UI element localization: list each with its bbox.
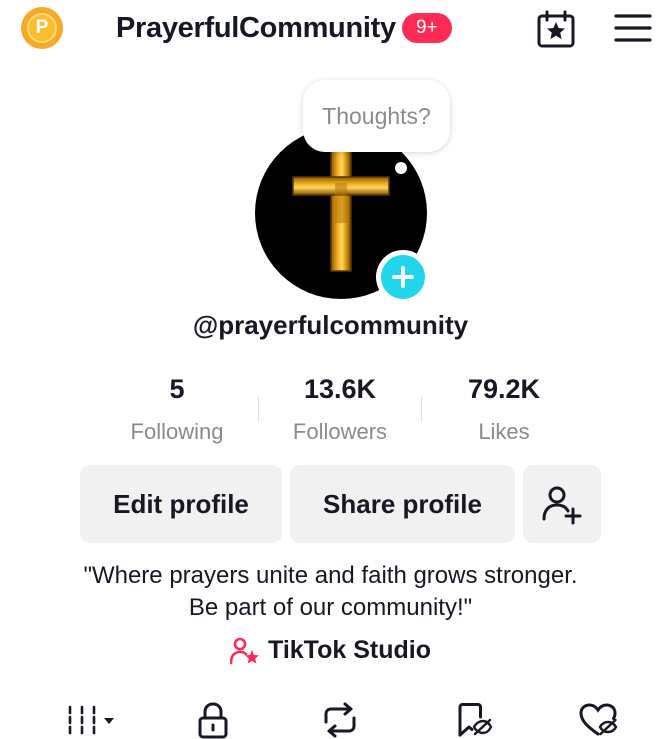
stat-label: Followers [292,419,388,444]
add-friends-button[interactable] [523,465,601,543]
stat-following[interactable]: 5 Following [97,374,257,445]
share-profile-button[interactable]: Share profile [290,465,515,543]
calendar-star-icon [537,10,575,48]
bio-line: "Where prayers unite and faith grows str… [83,562,578,589]
top-bar: P PrayerfulCommunity 9+ [0,0,661,56]
stat-followers[interactable]: 13.6K Followers [260,374,420,445]
menu-button[interactable] [613,11,653,45]
studio-person-star-icon [230,637,260,664]
stat-label: Following [130,419,224,444]
profile-switcher[interactable]: PrayerfulCommunity 9+ [116,8,452,48]
coins-button[interactable]: P [21,7,63,49]
stat-value: 13.6K [303,374,377,404]
profile-bio: "Where prayers unite and faith grows str… [40,560,621,624]
hamburger-menu-icon [614,14,652,42]
tab-liked[interactable] [576,700,620,739]
thoughts-bubble[interactable]: Thoughts? [303,80,450,152]
tab-favorites[interactable] [450,700,494,739]
coin-icon: P [27,13,57,43]
stat-label: Likes [478,419,530,444]
add-story-button[interactable] [376,250,430,304]
stat-likes[interactable]: 79.2K Likes [424,374,584,445]
hidden-favorites-icon [458,702,492,736]
tab-videos[interactable] [62,700,122,739]
cross-image [292,150,390,272]
grid-icon [68,705,114,734]
hidden-likes-icon [579,702,618,735]
tiktok-studio-link[interactable]: TikTok Studio [0,636,661,665]
stat-divider [421,396,422,422]
username: @prayerfulcommunity [192,310,469,340]
stat-value: 79.2K [467,374,541,404]
edit-profile-button[interactable]: Edit profile [80,465,282,543]
lock-icon [198,701,228,738]
studio-label: TikTok Studio [268,636,431,664]
thought-bubble-tail [395,162,407,174]
tab-reposts[interactable] [318,700,362,739]
plus-icon [381,255,425,299]
profile-name: PrayerfulCommunity [116,11,396,44]
add-user-icon [542,486,582,525]
thoughts-prompt: Thoughts? [322,102,431,129]
tab-private[interactable] [191,700,235,739]
notification-badge: 9+ [401,13,452,43]
repost-icon [324,702,356,737]
calendar-button[interactable] [536,9,576,49]
bio-line: Be part of our community!" [188,594,473,621]
stat-value: 5 [169,374,185,404]
stat-divider [258,396,259,422]
